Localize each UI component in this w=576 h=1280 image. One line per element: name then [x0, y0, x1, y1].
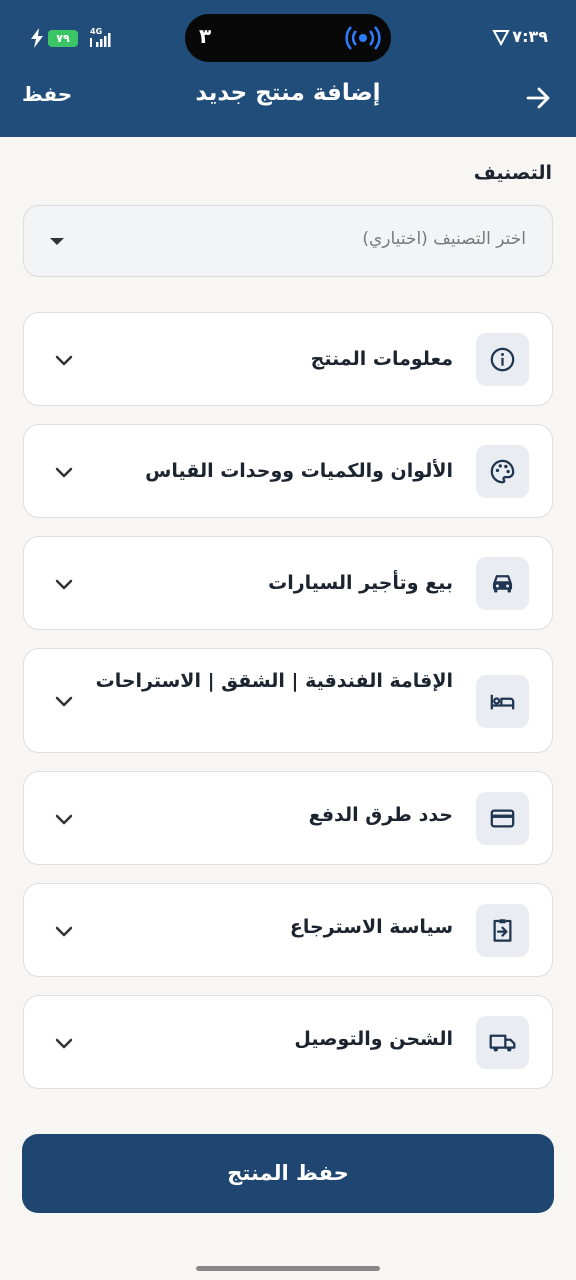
section-shipping-delivery[interactable]: الشحن والتوصيل	[23, 995, 553, 1089]
section-colors-quantities[interactable]: الألوان والكميات ووحدات القياس	[23, 424, 553, 518]
return-icon	[476, 904, 529, 957]
category-select[interactable]: اختر التصنيف (اختياري)	[23, 205, 553, 277]
chevron-down-icon	[55, 696, 73, 707]
chevron-down-icon	[55, 926, 73, 937]
category-placeholder: اختر التصنيف (اختياري)	[362, 229, 526, 249]
section-label: معلومات المنتج	[310, 348, 453, 370]
signal-icon: 4G	[90, 27, 111, 47]
chevron-down-icon	[55, 579, 73, 590]
section-label: الألوان والكميات ووحدات القياس	[145, 460, 453, 482]
arrow-right-icon[interactable]	[524, 84, 552, 112]
palette-icon	[476, 445, 529, 498]
broadcast-icon	[345, 26, 381, 50]
car-icon	[476, 557, 529, 610]
chevron-down-icon	[55, 467, 73, 478]
section-label: سياسة الاسترجاع	[289, 916, 453, 938]
bed-icon	[476, 675, 529, 728]
status-bar: ٧٩ 4G ٣ ٧:٣٩	[0, 0, 576, 76]
camera-notch: ٣	[185, 14, 391, 62]
home-indicator[interactable]	[196, 1266, 380, 1271]
page-title: إضافة منتج جديد	[195, 80, 381, 106]
section-product-info[interactable]: معلومات المنتج	[23, 312, 553, 406]
section-hotel-accommodation[interactable]: الإقامة الفندقية | الشقق | الاستراحات	[23, 648, 553, 753]
info-icon	[476, 333, 529, 386]
status-time: ٧:٣٩	[512, 27, 548, 46]
save-product-button[interactable]: حفظ المنتج	[22, 1134, 554, 1213]
section-label: حدد طرق الدفع	[308, 804, 453, 826]
top-bar: ٧٩ 4G ٣ ٧:٣٩ حفظ إضافة منتج جديد	[0, 0, 576, 137]
network-type: 4G	[90, 27, 102, 36]
chevron-down-icon	[55, 814, 73, 825]
section-label: بيع وتأجير السيارات	[268, 572, 453, 594]
chevron-down-icon	[55, 1038, 73, 1049]
section-return-policy[interactable]: سياسة الاسترجاع	[23, 883, 553, 977]
chevron-down-icon	[55, 355, 73, 366]
section-label: الشحن والتوصيل	[294, 1028, 453, 1050]
vpn-shield-icon	[492, 30, 510, 46]
truck-icon	[476, 1016, 529, 1069]
charging-icon	[31, 28, 43, 48]
credit-card-icon	[476, 792, 529, 845]
caret-down-icon	[50, 238, 64, 245]
section-payment-methods[interactable]: حدد طرق الدفع	[23, 771, 553, 865]
section-label: الإقامة الفندقية | الشقق | الاستراحات	[95, 670, 453, 692]
category-label: التصنيف	[473, 162, 552, 184]
battery-level: ٧٩	[48, 30, 78, 47]
section-car-sale-rental[interactable]: بيع وتأجير السيارات	[23, 536, 553, 630]
notch-number: ٣	[199, 24, 212, 48]
